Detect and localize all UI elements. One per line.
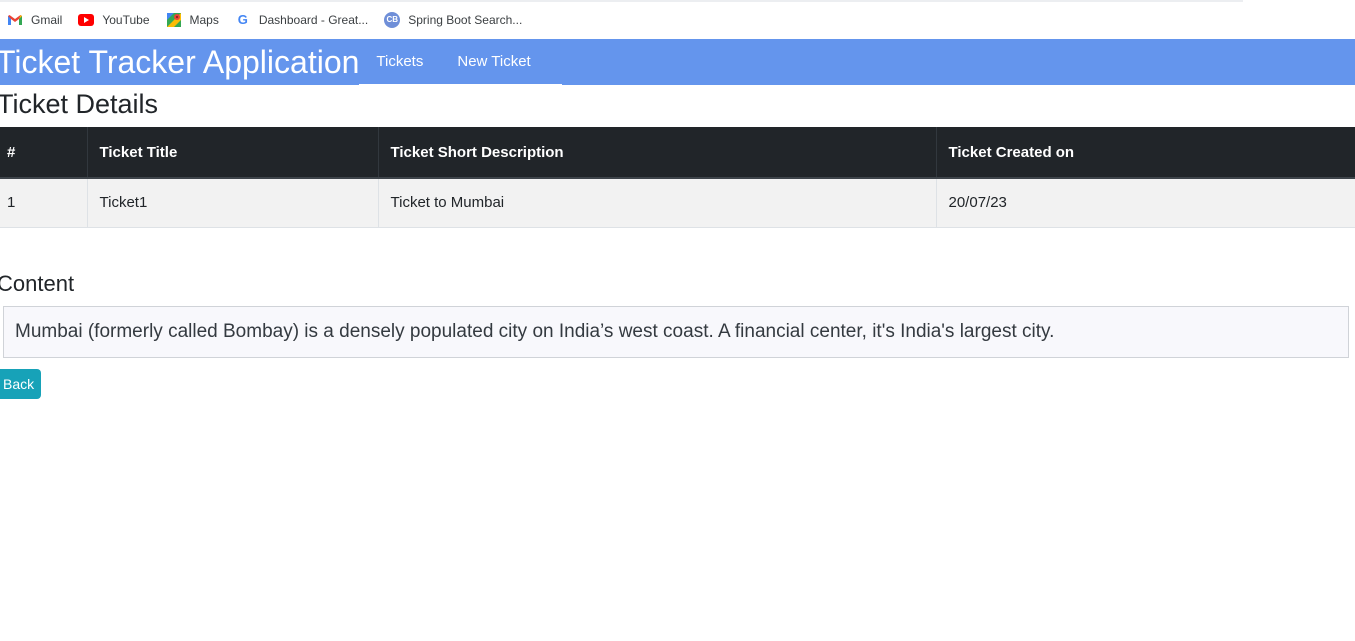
- ticket-table: # Ticket Title Ticket Short Description …: [0, 127, 1355, 228]
- bookmark-dashboard[interactable]: G Dashboard - Great...: [235, 8, 368, 32]
- youtube-icon: [78, 12, 95, 28]
- bookmark-maps[interactable]: Maps: [166, 8, 219, 32]
- maps-icon: [166, 12, 182, 28]
- toolbar-divider: [0, 0, 1243, 2]
- content-text: Mumbai (formerly called Bombay) is a den…: [3, 306, 1349, 358]
- bookmark-label: Spring Boot Search...: [408, 12, 523, 27]
- nav-link-tickets[interactable]: Tickets: [359, 39, 440, 85]
- bookmark-label: Maps: [189, 12, 219, 27]
- bookmark-label: Dashboard - Great...: [258, 12, 369, 27]
- bookmarks-bar: Gmail YouTube Maps G Dashboard - Great..…: [0, 0, 1355, 39]
- bookmark-label: Gmail: [31, 12, 63, 27]
- column-header-title: Ticket Title: [87, 127, 379, 179]
- google-icon: G: [237, 12, 248, 27]
- cb-icon-badge: CB: [384, 11, 401, 28]
- cell-description: Ticket to Mumbai: [378, 178, 937, 228]
- navbar: Ticket Tracker Application Tickets New T…: [0, 39, 1355, 85]
- bookmark-gmail[interactable]: Gmail: [7, 8, 62, 32]
- navbar-brand[interactable]: Ticket Tracker Application: [0, 39, 359, 85]
- column-header-description: Ticket Short Description: [378, 127, 937, 179]
- page-title: Ticket Details: [0, 89, 159, 119]
- cell-title: Ticket1: [87, 178, 379, 228]
- bookmark-spring-boot[interactable]: CB Spring Boot Search...: [384, 8, 522, 32]
- nav-link-new-ticket[interactable]: New Ticket: [440, 39, 547, 85]
- back-button[interactable]: Back: [0, 369, 41, 399]
- bookmark-youtube[interactable]: YouTube: [78, 8, 150, 32]
- table-header-row: # Ticket Title Ticket Short Description …: [0, 127, 1355, 179]
- bookmark-label: YouTube: [102, 12, 150, 27]
- content-heading: Content: [0, 271, 75, 296]
- gmail-icon: [7, 12, 23, 28]
- cb-icon: CB: [384, 11, 401, 28]
- table-row: 1 Ticket1 Ticket to Mumbai 20/07/23: [0, 178, 1355, 228]
- nav-links: Tickets New Ticket: [359, 39, 562, 85]
- column-header-number: #: [0, 127, 88, 179]
- column-header-created-on: Ticket Created on: [936, 127, 1355, 179]
- cell-number: 1: [0, 178, 88, 228]
- cell-created-on: 20/07/23: [936, 178, 1355, 228]
